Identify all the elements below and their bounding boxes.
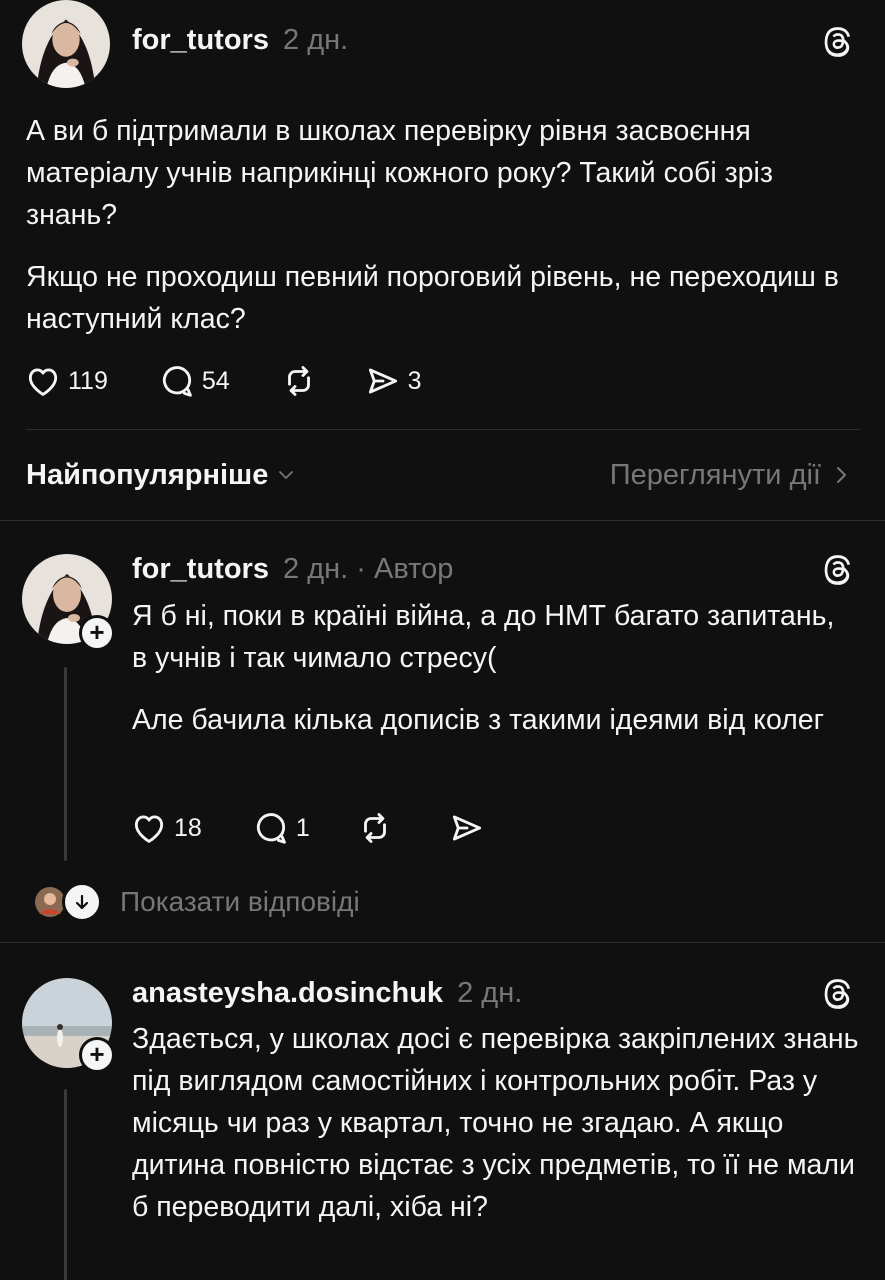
- show-replies-button[interactable]: Показати відповіді: [34, 882, 360, 922]
- threads-logo-icon[interactable]: [821, 24, 855, 58]
- post-time: 2 дн.: [283, 24, 349, 56]
- plus-icon: +: [89, 1039, 105, 1069]
- send-icon: [452, 815, 481, 841]
- meta-separator: ·: [356, 553, 366, 585]
- post-meta: for_tutors 2 дн.: [132, 24, 348, 57]
- repost-icon: [363, 813, 386, 843]
- username[interactable]: for_tutors: [132, 24, 269, 56]
- plus-icon: +: [89, 617, 105, 647]
- threads-logo-icon[interactable]: [821, 552, 855, 586]
- share-button[interactable]: [448, 809, 492, 847]
- username[interactable]: anasteysha.dosinchuk: [132, 977, 443, 1009]
- reply-post: + for_tutors 2 дн. · Автор Я б ні, поки …: [0, 521, 885, 941]
- like-button[interactable]: 18: [130, 809, 202, 847]
- author-avatar-image: [22, 0, 110, 88]
- heart-icon: [134, 815, 164, 843]
- expand-arrow-badge: [62, 882, 102, 922]
- share-count: 3: [407, 366, 422, 395]
- repost-icon: [287, 366, 310, 396]
- follow-button[interactable]: +: [79, 615, 115, 651]
- threads-logo-icon[interactable]: [821, 976, 855, 1010]
- sort-label: Найпопулярніше: [26, 458, 269, 491]
- comment-button[interactable]: 54: [158, 362, 230, 400]
- heart-icon: [28, 368, 58, 396]
- reply-paragraph: Здається, у школах досі є перевірка закр…: [132, 1023, 859, 1223]
- comment-button[interactable]: 1: [252, 809, 310, 847]
- thread-line: [64, 1089, 67, 1280]
- share-button[interactable]: 3: [364, 362, 422, 400]
- follow-button[interactable]: +: [79, 1037, 115, 1073]
- like-button[interactable]: 119: [24, 362, 108, 400]
- like-count: 119: [68, 366, 108, 395]
- post-paragraph: А ви б підтримали в школах перевірку рів…: [26, 115, 773, 231]
- main-post: for_tutors 2 дн. А ви б підтримали в шко…: [0, 0, 885, 430]
- reply-actions: 18 1: [130, 809, 540, 847]
- sort-bar: Найпопулярніше Переглянути дії: [26, 452, 849, 498]
- reply-paragraph: Але бачила кілька дописів з такими ідеям…: [132, 704, 825, 736]
- chevron-down-icon: [279, 471, 294, 479]
- author-avatar[interactable]: [22, 0, 110, 88]
- comment-count: 1: [295, 813, 310, 842]
- send-icon: [368, 368, 397, 394]
- post-paragraph: Якщо не проходиш певний пороговий рівень…: [26, 261, 839, 335]
- reply-body: Здається, у школах досі є перевірка закр…: [132, 1018, 862, 1228]
- comment-count: 54: [201, 366, 230, 395]
- post-body: А ви б підтримали в школах перевірку рів…: [26, 110, 856, 340]
- reply-post: + anasteysha.dosinchuk 2 дн. Здається, у…: [0, 943, 885, 1280]
- comment-bubble-icon: [256, 813, 286, 844]
- show-replies-label: Показати відповіді: [120, 886, 360, 917]
- repost-button[interactable]: [280, 362, 324, 400]
- author-badge: Автор: [374, 553, 454, 585]
- chevron-right-icon: [837, 467, 846, 483]
- reply-paragraph: Я б ні, поки в країні війна, а до НМТ ба…: [132, 600, 835, 674]
- arrow-down-icon: [75, 894, 89, 910]
- post-actions: 119 54 3: [24, 362, 470, 400]
- reply-body: Я б ні, поки в країні війна, а до НМТ ба…: [132, 595, 852, 741]
- thread-line: [64, 667, 67, 861]
- view-activity-label: Переглянути дії: [609, 458, 821, 491]
- like-count: 18: [174, 813, 202, 842]
- replier-avatars: [34, 882, 102, 922]
- comment-bubble-icon: [162, 366, 192, 397]
- view-activity-link[interactable]: Переглянути дії: [610, 459, 849, 492]
- reply-time: 2 дн.: [457, 977, 523, 1009]
- divider: [26, 429, 860, 430]
- reply-meta: anasteysha.dosinchuk 2 дн.: [132, 977, 522, 1010]
- username[interactable]: for_tutors: [132, 553, 269, 585]
- sort-dropdown[interactable]: Найпопулярніше: [26, 459, 296, 492]
- reply-meta: for_tutors 2 дн. · Автор: [132, 553, 453, 586]
- repost-button[interactable]: [356, 809, 400, 847]
- reply-time: 2 дн.: [283, 553, 349, 585]
